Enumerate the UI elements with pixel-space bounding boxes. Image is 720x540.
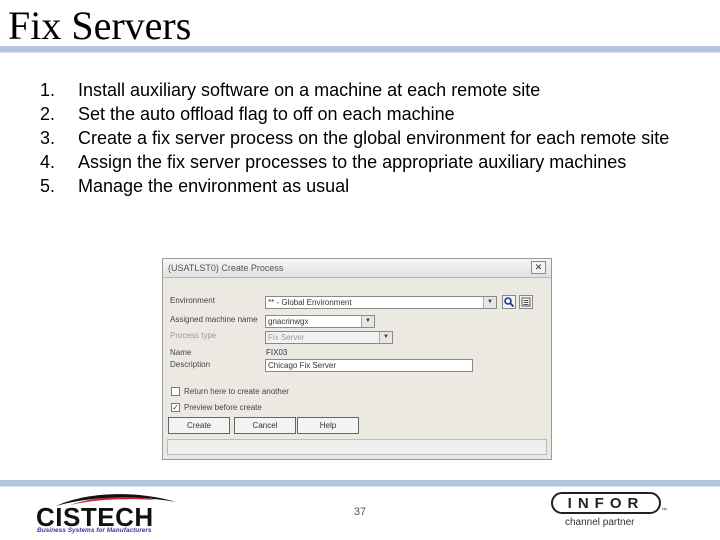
slide-title: Fix Servers bbox=[8, 3, 192, 48]
process-type-select: Fix Server ▼ bbox=[265, 331, 393, 344]
step-text: Install auxiliary software on a machine … bbox=[78, 80, 541, 100]
close-icon[interactable]: ✕ bbox=[531, 261, 546, 274]
description-value: Chicago Fix Server bbox=[268, 361, 337, 370]
step-item: 1. Install auxiliary software on a machin… bbox=[40, 78, 680, 102]
step-number: 1. bbox=[40, 80, 56, 100]
step-item: 4. Assign the fix server processes to the… bbox=[40, 150, 680, 174]
page-number: 37 bbox=[353, 506, 367, 518]
create-button[interactable]: Create bbox=[168, 417, 230, 434]
dialog-title: (USATLST0) Create Process bbox=[168, 263, 284, 273]
preview-checkbox[interactable]: ✓ bbox=[171, 403, 180, 412]
cistech-tagline: Business Systems for Manufacturers bbox=[37, 527, 152, 534]
cistech-logo: CISTECH Business Systems for Manufacture… bbox=[36, 490, 182, 536]
step-item: 3. Create a fix server process on the glo… bbox=[40, 126, 680, 150]
infor-tagline: channel partner bbox=[565, 517, 635, 528]
process-type-label: Process type bbox=[170, 331, 217, 340]
infor-logo: INFOR ™ channel partner bbox=[545, 486, 675, 534]
dialog-titlebar[interactable]: (USATLST0) Create Process ✕ bbox=[163, 259, 551, 278]
infor-word: INFOR bbox=[568, 495, 645, 512]
step-number: 2. bbox=[40, 104, 56, 124]
step-number: 4. bbox=[40, 152, 56, 172]
search-icon[interactable] bbox=[502, 295, 516, 309]
cancel-button[interactable]: Cancel bbox=[234, 417, 296, 434]
step-number: 5. bbox=[40, 176, 56, 196]
name-value: FIX03 bbox=[266, 348, 288, 357]
step-text: Set the auto offload flag to off on each… bbox=[78, 104, 455, 124]
title-rule-shadow bbox=[0, 52, 720, 53]
chevron-down-icon: ▼ bbox=[361, 316, 374, 327]
chevron-down-icon: ▼ bbox=[483, 297, 496, 308]
dialog-statusbar bbox=[167, 439, 547, 455]
chevron-down-icon: ▼ bbox=[379, 332, 392, 343]
list-icon[interactable] bbox=[519, 295, 533, 309]
step-text: Create a fix server process on the globa… bbox=[78, 128, 670, 148]
create-process-dialog: (USATLST0) Create Process ✕ Environment … bbox=[162, 258, 552, 460]
step-item: 5. Manage the environment as usual bbox=[40, 174, 680, 198]
environment-select[interactable]: ** - Global Environment ▼ bbox=[265, 296, 497, 309]
infor-trademark: ™ bbox=[661, 508, 667, 514]
machine-select[interactable]: gnacrinwgx ▼ bbox=[265, 315, 375, 328]
environment-label: Environment bbox=[170, 296, 215, 305]
machine-value: gnacrinwgx bbox=[268, 317, 309, 326]
name-label: Name bbox=[170, 348, 192, 357]
description-input[interactable]: Chicago Fix Server bbox=[265, 359, 473, 372]
environment-value: ** - Global Environment bbox=[268, 298, 352, 307]
step-text: Assign the fix server processes to the a… bbox=[78, 152, 627, 172]
description-label: Description bbox=[170, 360, 211, 369]
step-item: 2. Set the auto offload flag to off on ea… bbox=[40, 102, 680, 126]
steps-list: 1. Install auxiliary software on a machin… bbox=[40, 78, 680, 198]
process-type-value: Fix Server bbox=[268, 333, 305, 342]
return-checkbox[interactable] bbox=[171, 387, 180, 396]
step-text: Manage the environment as usual bbox=[78, 176, 350, 196]
step-number: 3. bbox=[40, 128, 56, 148]
help-button[interactable]: Help bbox=[297, 417, 359, 434]
infor-wordmark-icon: INFOR bbox=[551, 492, 661, 514]
return-label: Return here to create another bbox=[184, 387, 289, 396]
preview-label: Preview before create bbox=[184, 403, 262, 412]
machine-label: Assigned machine name bbox=[170, 315, 258, 324]
